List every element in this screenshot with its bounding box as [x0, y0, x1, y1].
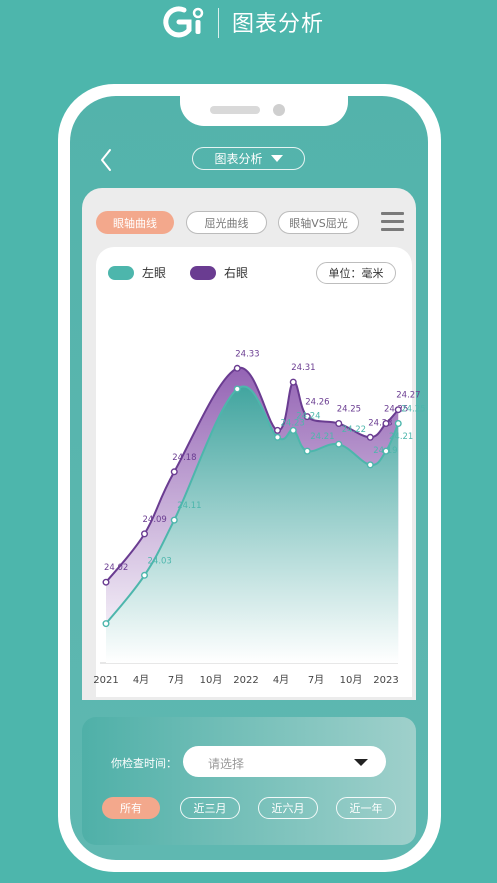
- chart-type-dropdown[interactable]: 图表分析: [192, 147, 305, 170]
- legend-swatch-left: [108, 265, 134, 280]
- brand-divider: [218, 8, 219, 38]
- tab-axial-curve[interactable]: 眼轴曲线: [96, 211, 174, 234]
- phone-camera: [273, 104, 285, 116]
- chevron-down-icon: [270, 155, 283, 162]
- filter-chip-3-months[interactable]: 近三月: [180, 797, 240, 819]
- back-arrow-icon[interactable]: [96, 146, 120, 174]
- unit-badge: 单位：毫米: [316, 262, 396, 284]
- brand-header: 图表分析: [0, 0, 497, 44]
- brand-title: 图表分析: [232, 12, 325, 37]
- tab-refraction-curve[interactable]: 屈光曲线: [186, 211, 267, 234]
- caret-down-icon[interactable]: [354, 759, 368, 766]
- check-time-label: 你检查时间：: [111, 757, 177, 770]
- phone-notch: [180, 84, 348, 126]
- filter-chip-1-year[interactable]: 近一年: [336, 797, 396, 819]
- filter-chip-6-months[interactable]: 近六月: [258, 797, 318, 819]
- chart-card: [96, 247, 412, 697]
- g-logo-icon: [163, 6, 204, 38]
- legend-right-label: 右眼: [224, 266, 249, 280]
- legend-swatch-right: [190, 265, 216, 280]
- legend-left-label: 左眼: [142, 266, 167, 280]
- filter-chip-all[interactable]: 所有: [102, 797, 160, 819]
- check-time-placeholder: 请选择: [208, 757, 245, 771]
- legend-right-eye: 右眼: [190, 264, 248, 281]
- legend-left-eye: 左眼: [108, 264, 166, 281]
- tab-axial-vs-refraction[interactable]: 眼轴VS屈光: [278, 211, 359, 234]
- chart-type-dropdown-label: 图表分析: [214, 152, 263, 166]
- filter-panel: [82, 717, 416, 845]
- hamburger-menu-icon[interactable]: [381, 212, 404, 232]
- phone-speaker: [210, 106, 260, 114]
